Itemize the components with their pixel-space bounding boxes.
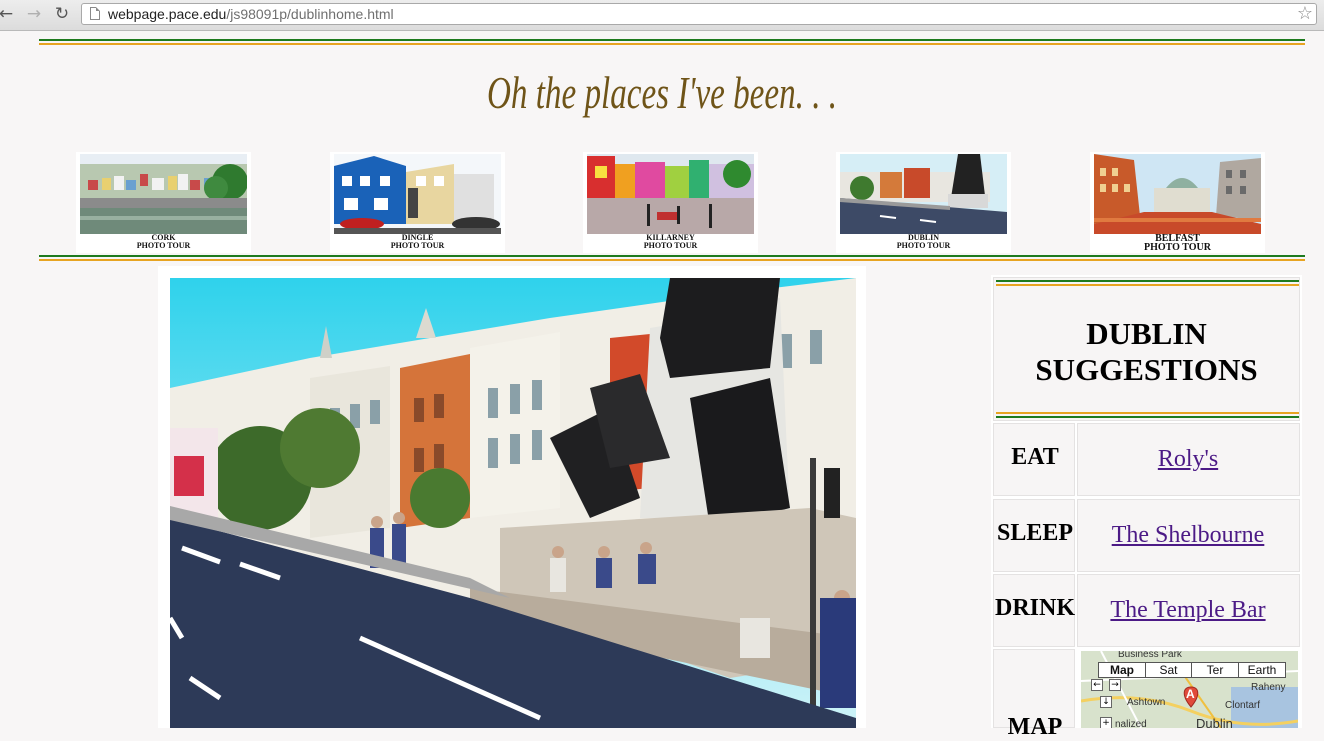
rolys-link[interactable]: Roly's — [1078, 446, 1298, 473]
top-rule — [39, 39, 1305, 45]
eat-label-cell: EAT — [993, 423, 1075, 496]
tour-link-killarney[interactable]: KILLARNEY PHOTO TOUR — [583, 152, 758, 253]
temple-bar-link[interactable]: The Temple Bar — [1078, 597, 1298, 624]
map-marker-icon[interactable]: A — [1186, 687, 1195, 701]
map-place-label: Dublin — [1196, 716, 1233, 728]
map-place-label: Business Park — [1118, 651, 1182, 660]
sleep-link-cell: The Shelbourne — [1077, 499, 1300, 572]
pan-left-icon[interactable]: ← — [1091, 679, 1103, 691]
map-place-label: Clontarf — [1225, 700, 1261, 711]
back-arrow-icon[interactable]: ← — [0, 4, 16, 24]
suggestions-header-cell: DUBLIN SUGGESTIONS — [993, 277, 1300, 421]
map-type-ter-button[interactable]: Ter — [1191, 662, 1239, 678]
site-banner: Oh the places I've been. . . — [486, 67, 838, 118]
sleep-label: SLEEP — [996, 520, 1074, 546]
tour-caption: KILLARNEY PHOTO TOUR — [643, 233, 698, 250]
suggestions-title: DUBLIN SUGGESTIONS — [1035, 316, 1258, 387]
map-place-label: Ashtown — [1127, 697, 1166, 708]
drink-label: DRINK — [994, 595, 1075, 621]
header-bottom-rule — [996, 412, 1299, 418]
cork-photo — [80, 154, 247, 234]
dublin-map[interactable]: Business Park Map Sat Ter Earth ← → ↓ + … — [1081, 651, 1298, 728]
tour-caption: CORK PHOTO TOUR — [136, 233, 191, 250]
dingle-photo — [334, 154, 501, 234]
browser-toolbar: ← → ↻ webpage.pace.edu/js98091p/dublinho… — [0, 0, 1324, 31]
address-bar[interactable]: webpage.pace.edu/js98091p/dublinhome.htm… — [81, 3, 1317, 25]
tour-caption: BELFAST PHOTO TOUR — [1144, 233, 1211, 253]
sleep-label-cell: SLEEP — [993, 499, 1075, 572]
tour-caption: DINGLE PHOTO TOUR — [390, 233, 445, 250]
drink-link-cell: The Temple Bar — [1077, 574, 1300, 647]
map-place-label: Raheny — [1251, 682, 1286, 693]
dublin-main-photo — [158, 266, 866, 728]
zoom-in-icon[interactable]: + — [1100, 717, 1112, 728]
pan-right-icon[interactable]: → — [1109, 679, 1121, 691]
divider-rule — [39, 255, 1305, 261]
pan-down-icon[interactable]: ↓ — [1100, 696, 1112, 708]
header-top-rule — [996, 280, 1299, 286]
page-icon — [90, 7, 100, 20]
map-place-label: nalized — [1115, 719, 1147, 728]
tour-link-dublin[interactable]: DUBLIN PHOTO TOUR — [836, 152, 1011, 253]
drink-label-cell: DRINK — [993, 574, 1075, 647]
belfast-photo — [1094, 154, 1261, 234]
map-type-map-button[interactable]: Map — [1098, 662, 1146, 678]
forward-arrow-icon[interactable]: → — [24, 4, 44, 24]
killarney-photo — [587, 154, 754, 234]
url-text: webpage.pace.edu/js98091p/dublinhome.htm… — [108, 6, 394, 22]
eat-link-cell: Roly's — [1077, 423, 1300, 496]
reload-icon[interactable]: ↻ — [52, 4, 72, 24]
tour-caption: DUBLIN PHOTO TOUR — [896, 233, 951, 250]
map-label-cell: MAP — [993, 649, 1075, 740]
map-type-sat-button[interactable]: Sat — [1145, 662, 1192, 678]
tour-link-cork[interactable]: CORK PHOTO TOUR — [76, 152, 251, 253]
tour-link-belfast[interactable]: BELFAST PHOTO TOUR — [1090, 152, 1265, 253]
tour-link-dingle[interactable]: DINGLE PHOTO TOUR — [330, 152, 505, 253]
dublin-photo — [840, 154, 1007, 234]
map-type-earth-button[interactable]: Earth — [1238, 662, 1286, 678]
shelbourne-link[interactable]: The Shelbourne — [1078, 522, 1298, 549]
bookmark-star-icon[interactable]: ☆ — [1297, 3, 1313, 24]
eat-label: EAT — [1011, 444, 1059, 470]
